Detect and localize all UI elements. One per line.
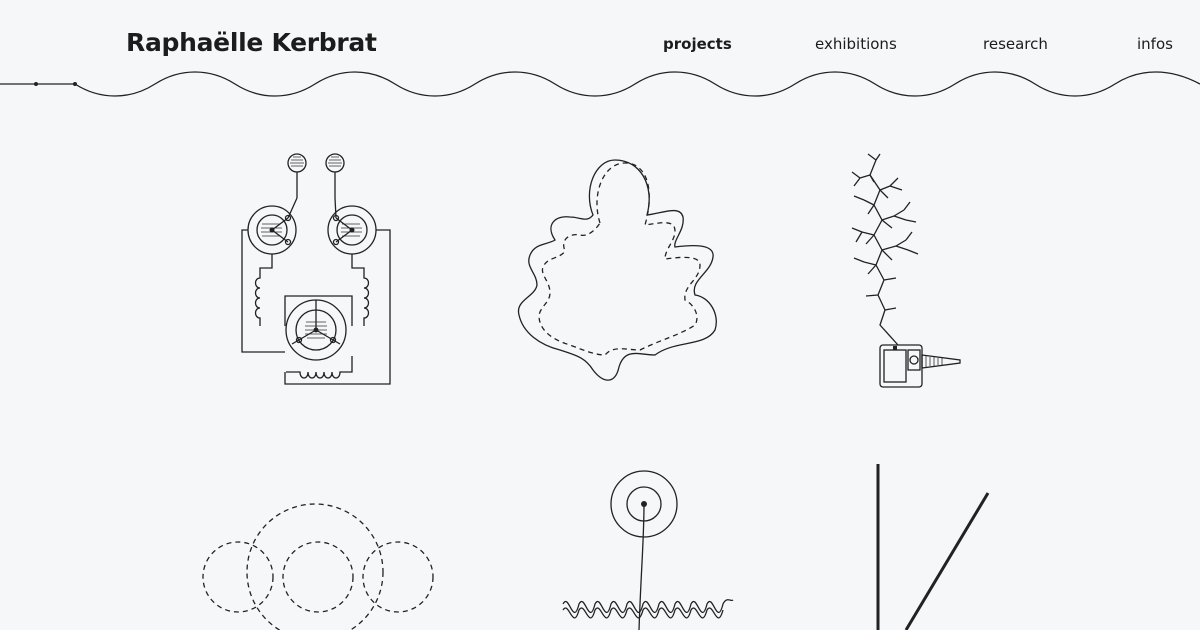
project-thumb-plant[interactable]: [840, 150, 970, 395]
lines-icon: [876, 464, 990, 630]
leaf-outline-icon: [517, 159, 717, 381]
project-thumb-lines[interactable]: [860, 460, 1000, 630]
branching-plant-device-icon: [851, 153, 961, 388]
dashed-circles-icon: [202, 503, 434, 630]
project-thumb-circles[interactable]: [200, 500, 440, 630]
project-thumb-leaf[interactable]: [515, 155, 725, 390]
project-thumb-circuit[interactable]: [230, 150, 405, 395]
circuit-face-icon: [241, 153, 391, 385]
flower-wave-icon: [562, 470, 734, 630]
wave-divider: [0, 71, 1200, 97]
project-thumb-flower[interactable]: [555, 460, 740, 630]
